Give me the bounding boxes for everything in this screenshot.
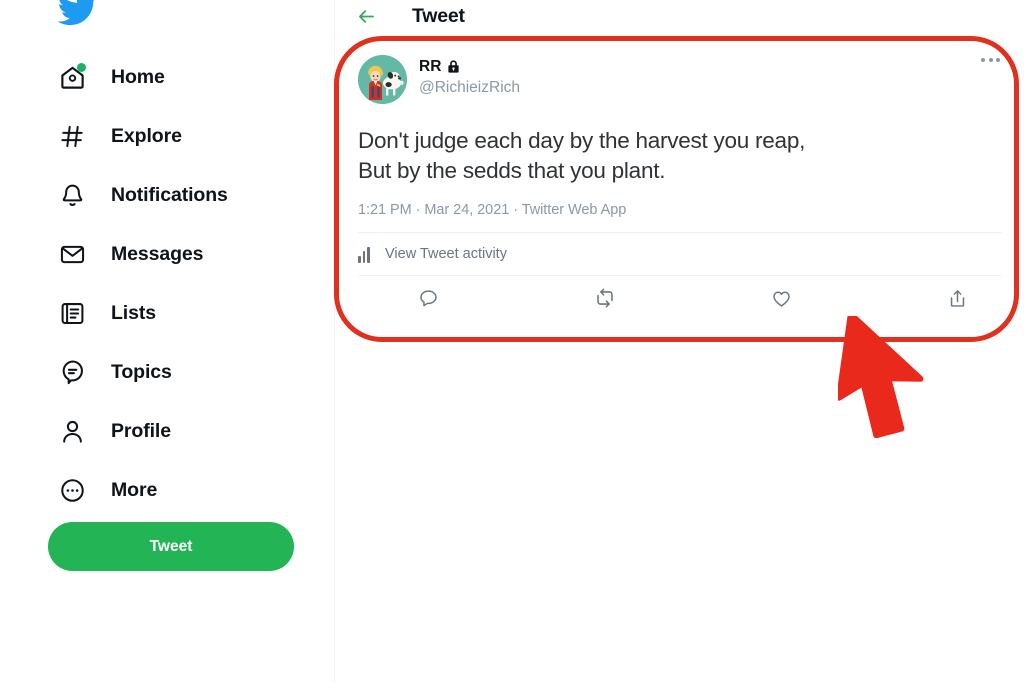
sidebar-item-label: Explore xyxy=(111,125,182,147)
envelope-icon xyxy=(56,239,88,271)
compose-tweet-button[interactable]: Tweet xyxy=(48,522,294,571)
lock-icon xyxy=(446,59,461,74)
page-title: Tweet xyxy=(412,5,465,27)
sidebar-item-notifications[interactable]: Notifications xyxy=(48,166,318,225)
view-tweet-activity-label: View Tweet activity xyxy=(385,246,507,262)
sidebar-item-messages[interactable]: Messages xyxy=(48,225,318,284)
more-horizontal-icon[interactable] xyxy=(981,58,1000,62)
author-handle[interactable]: @RichieizRich xyxy=(419,77,520,98)
sidebar-item-label: Profile xyxy=(111,420,171,442)
tweet-author: RR @RichieizRich xyxy=(419,55,520,98)
sidebar-item-label: Home xyxy=(111,66,165,88)
tweet-detail-card: RR @RichieizRich Don't judge each day by… xyxy=(342,40,1018,320)
share-button[interactable] xyxy=(947,288,968,309)
main-column: Tweet RR @RichieizRich Don't judge each … xyxy=(336,0,1024,682)
bell-icon xyxy=(56,180,88,212)
sidebar-item-explore[interactable]: Explore xyxy=(48,107,318,166)
share-icon xyxy=(950,289,965,307)
main-header: Tweet xyxy=(336,0,1024,33)
tweet-timestamp: 1:21 PM · Mar 24, 2021 · Twitter Web App xyxy=(358,202,627,218)
heart-icon xyxy=(772,291,790,307)
hashtag-icon xyxy=(56,121,88,153)
retweet-button[interactable] xyxy=(594,287,770,309)
tweet-actions xyxy=(358,276,1002,320)
sidebar-nav: Home Explore Notifications Messages List… xyxy=(48,48,318,520)
tweet-header: RR @RichieizRich xyxy=(358,40,1002,104)
reply-icon xyxy=(420,289,437,306)
sidebar-item-topics[interactable]: Topics xyxy=(48,343,318,402)
home-notification-dot xyxy=(77,62,86,72)
sidebar-item-label: Topics xyxy=(111,361,172,383)
person-icon xyxy=(56,416,88,448)
user-avatar-image[interactable] xyxy=(358,55,407,104)
twitter-bird-icon[interactable] xyxy=(56,0,98,30)
sidebar-item-label: Messages xyxy=(111,243,204,265)
sidebar-item-more[interactable]: More xyxy=(48,461,318,520)
home-icon xyxy=(56,62,88,94)
back-arrow-icon[interactable] xyxy=(354,5,378,29)
sidebar-item-profile[interactable]: Profile xyxy=(48,402,318,461)
more-circle-icon xyxy=(56,475,88,507)
list-icon xyxy=(56,298,88,330)
retweet-icon xyxy=(597,288,614,308)
twitter-tweet-page: Home Explore Notifications Messages List… xyxy=(0,0,1024,682)
topics-icon xyxy=(56,357,88,389)
sidebar-item-label: More xyxy=(111,479,158,501)
bar-chart-icon xyxy=(358,246,375,263)
view-tweet-activity-link[interactable]: View Tweet activity xyxy=(358,233,1002,275)
sidebar-item-home[interactable]: Home xyxy=(48,48,318,107)
author-display-name: RR xyxy=(419,58,442,75)
like-button[interactable] xyxy=(771,288,947,309)
tweet-body-text: Don't judge each day by the harvest you … xyxy=(358,128,806,183)
sidebar-item-label: Notifications xyxy=(111,184,228,206)
sidebar-item-label: Lists xyxy=(111,302,157,324)
sidebar-item-lists[interactable]: Lists xyxy=(48,284,318,343)
sidebar: Home Explore Notifications Messages List… xyxy=(0,0,335,682)
reply-button[interactable] xyxy=(418,288,594,309)
